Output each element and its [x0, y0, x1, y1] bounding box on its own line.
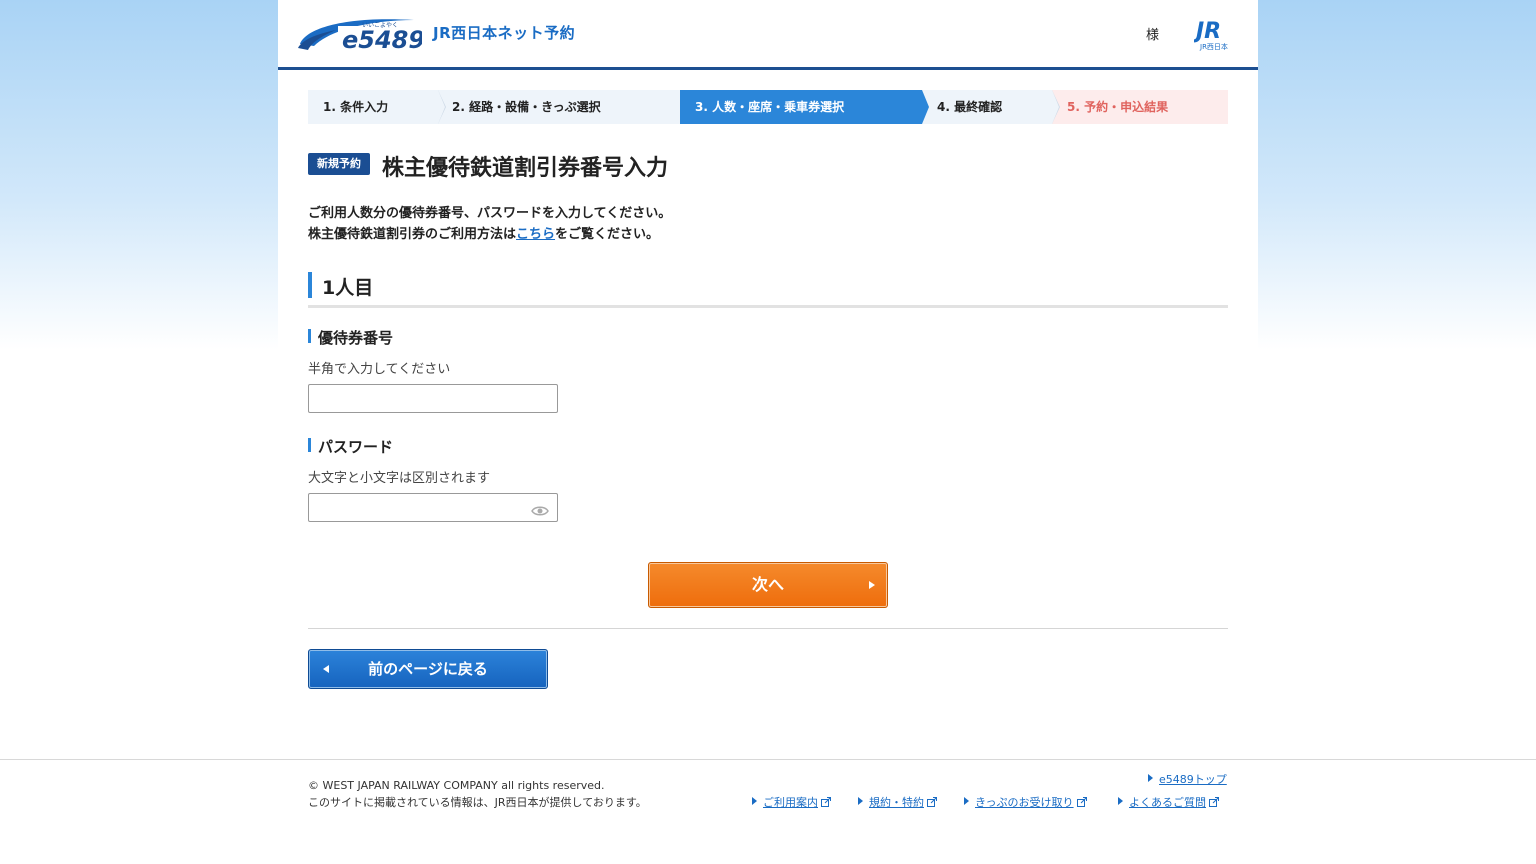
external-link-icon [1209, 797, 1219, 807]
copyright-block: © WEST JAPAN RAILWAY COMPANY all rights … [308, 777, 647, 811]
triangle-icon [964, 797, 969, 805]
intro-line-1: ご利用人数分の優待券番号、パスワードを入力してください。 [308, 206, 672, 221]
usage-guide-link[interactable]: こちら [516, 227, 555, 242]
footer-link-terms[interactable]: 規約・特約 [858, 794, 937, 810]
show-password-eye-icon[interactable] [531, 502, 549, 516]
footer-link-label: きっぷのお受け取り [975, 796, 1074, 809]
label-bar [308, 329, 311, 343]
step-3-current: 3. 人数・座席・乗車券選択 [680, 90, 922, 124]
external-link-icon [1076, 797, 1087, 807]
service-name: JR西日本ネット予約 [433, 24, 576, 42]
footer-link-ticket-pickup[interactable]: きっぷのお受け取り [964, 794, 1087, 810]
section-title: 1人目 [322, 277, 374, 299]
footer-link-label: e5489トップ [1159, 773, 1227, 786]
triangle-icon [752, 797, 757, 805]
triangle-icon [858, 797, 863, 805]
password-input[interactable] [308, 493, 558, 522]
e5489-logo-icon: e5489 いいごよやく [298, 19, 425, 54]
coupon-number-input[interactable] [308, 384, 558, 413]
divider [308, 628, 1228, 629]
intro-line-2: 株主優待鉄道割引券のご利用方法はこちらをご覧ください。 [308, 224, 671, 245]
logo-ruby: いいごよやく [362, 21, 398, 29]
footer-link-label: よくあるご質問 [1129, 796, 1206, 809]
password-hint: 大文字と小文字は区別されます [308, 471, 491, 486]
right-arrow-icon [869, 581, 875, 589]
triangle-icon [1148, 774, 1153, 782]
step-2: 2. 経路・設備・きっぷ選択 [438, 90, 680, 124]
back-button-label: 前のページに戻る [368, 660, 488, 678]
step-separator [438, 90, 445, 124]
external-link-icon [927, 797, 937, 807]
coupon-number-hint: 半角で入力してください [308, 362, 451, 377]
e5489-logo[interactable]: e5489 いいごよやく [296, 14, 425, 54]
jr-west-logo[interactable]: JR JR西日本 [1192, 16, 1240, 52]
eye-icon [531, 506, 549, 516]
back-button[interactable]: 前のページに戻る [308, 649, 548, 689]
next-button[interactable]: 次へ [648, 562, 888, 608]
page-container: e5489 いいごよやく JR西日本ネット予約 様 JR JR西日本 1. 条件… [278, 0, 1258, 759]
new-reservation-badge: 新規予約 [308, 153, 370, 175]
step-5: 5. 予約・申込結果 [1052, 90, 1228, 124]
intro-line-2-after: をご覧ください。 [555, 227, 660, 242]
logo-text: e5489 [342, 26, 422, 54]
footer-link-guide[interactable]: ご利用案内 [752, 794, 831, 810]
passenger-section-heading: 1人目 [308, 272, 1228, 308]
site-footer: © WEST JAPAN RAILWAY COMPANY all rights … [0, 759, 1536, 864]
footer-notice: このサイトに掲載されている情報は、JR西日本が提供しております。 [308, 796, 647, 809]
label-bar [308, 438, 311, 452]
footer-link-faq[interactable]: よくあるご質問 [1118, 794, 1219, 810]
footer-link-label: 規約・特約 [869, 796, 924, 809]
user-name-suffix: 様 [1146, 28, 1160, 43]
intro-text: ご利用人数分の優待券番号、パスワードを入力してください。 株主優待鉄道割引券のご… [308, 203, 671, 245]
jr-logo-icon: JR JR西日本 [1192, 19, 1228, 51]
site-header: e5489 いいごよやく JR西日本ネット予約 様 JR JR西日本 [278, 0, 1258, 70]
step-separator [1052, 90, 1059, 124]
copyright-text: © WEST JAPAN RAILWAY COMPANY all rights … [308, 779, 605, 792]
footer-link-label: ご利用案内 [763, 796, 818, 809]
step-4: 4. 最終確認 [922, 90, 1052, 124]
section-bar [308, 272, 312, 298]
jr-logo-mark: JR [1194, 19, 1221, 44]
page-title: 株主優待鉄道割引券番号入力 [382, 156, 669, 181]
password-label-text: パスワード [318, 438, 394, 456]
left-arrow-icon [323, 665, 329, 673]
step-1: 1. 条件入力 [308, 90, 438, 124]
intro-line-2-before: 株主優待鉄道割引券のご利用方法は [308, 227, 517, 242]
next-button-label: 次へ [751, 575, 784, 594]
external-link-icon [821, 797, 831, 807]
jr-logo-text: JR西日本 [1199, 42, 1228, 51]
progress-steps: 1. 条件入力 2. 経路・設備・きっぷ選択 3. 人数・座席・乗車券選択 4.… [308, 90, 1228, 124]
triangle-icon [1118, 797, 1123, 805]
coupon-number-label-text: 優待券番号 [318, 329, 394, 347]
step-separator [922, 90, 929, 124]
footer-link-e5489-top[interactable]: e5489トップ [1148, 771, 1227, 787]
